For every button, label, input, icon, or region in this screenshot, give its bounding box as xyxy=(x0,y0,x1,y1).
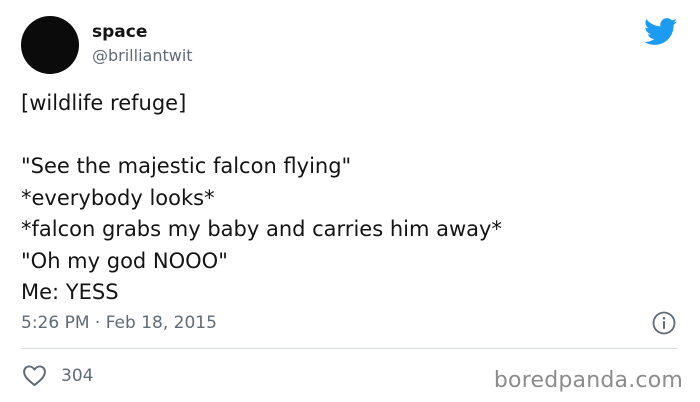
tweet-text: [wildlife refuge] "See the majestic falc… xyxy=(21,88,681,309)
avatar[interactable] xyxy=(21,16,79,74)
tweet-line xyxy=(21,120,681,152)
author-handle[interactable]: @brilliantwit xyxy=(92,46,193,65)
heart-icon[interactable] xyxy=(22,364,47,387)
tweet-line: "Oh my god NOOO" xyxy=(21,248,228,273)
info-icon[interactable] xyxy=(652,311,676,335)
tweet-line: Me: YESS xyxy=(21,280,119,304)
tweet-line: [wildlife refuge] xyxy=(21,91,187,115)
author-display-name[interactable]: space xyxy=(92,22,147,42)
tweet-timestamp[interactable]: 5:26 PM · Feb 18, 2015 xyxy=(21,313,217,333)
twitter-bird-icon[interactable] xyxy=(644,18,678,46)
like-count: 304 xyxy=(61,366,94,386)
tweet-line: *everybody looks* xyxy=(21,185,215,210)
divider xyxy=(21,348,678,349)
tweet-line: *falcon grabs my baby and carries him aw… xyxy=(21,217,502,241)
watermark: boredpanda.com xyxy=(493,368,683,393)
tweet-line: "See the majestic falcon flying" xyxy=(21,154,352,178)
